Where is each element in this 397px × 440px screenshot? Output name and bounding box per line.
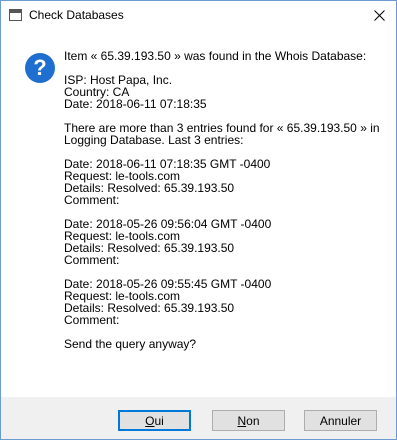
oui-mnemonic: O (145, 413, 155, 428)
message-text: Item « 65.39.193.50 » was found in the W… (64, 50, 384, 362)
window-title: Check Databases (29, 8, 124, 22)
dialog-window: Check Databases ? Item « 65.39.193.50 » … (0, 0, 397, 440)
close-button[interactable] (362, 1, 396, 30)
oui-label: ui (154, 413, 164, 428)
close-icon (373, 10, 385, 21)
button-bar: Oui Non Annuler (1, 397, 396, 439)
title-bar[interactable]: Check Databases (1, 1, 396, 31)
log-entry: Date: 2018-06-11 07:18:35 GMT -0400 Requ… (64, 158, 384, 206)
dialog-content: ? Item « 65.39.193.50 » was found in the… (1, 31, 396, 397)
non-label: on (246, 413, 260, 428)
question-line: Send the query anyway? (64, 337, 197, 351)
log-entry: Date: 2018-05-26 09:56:04 GMT -0400 Requ… (64, 218, 384, 266)
intro-line: Item « 65.39.193.50 » was found in the W… (64, 49, 367, 63)
entry-comment: Comment: (64, 193, 120, 207)
non-mnemonic: N (237, 413, 247, 428)
annuler-button[interactable]: Annuler (304, 410, 377, 431)
annuler-label: Annuler (319, 413, 362, 428)
entry-comment: Comment: (64, 253, 120, 267)
log-entry: Date: 2018-05-26 09:55:45 GMT -0400 Requ… (64, 278, 384, 326)
entry-comment: Comment: (64, 313, 120, 327)
logging-line-2: Logging Database. Last 3 entries: (64, 133, 244, 147)
non-button[interactable]: Non (212, 410, 285, 431)
oui-button[interactable]: Oui (118, 410, 191, 431)
window-icon (9, 9, 22, 21)
question-icon: ? (25, 53, 55, 83)
date-line: Date: 2018-06-11 07:18:35 (64, 97, 207, 111)
